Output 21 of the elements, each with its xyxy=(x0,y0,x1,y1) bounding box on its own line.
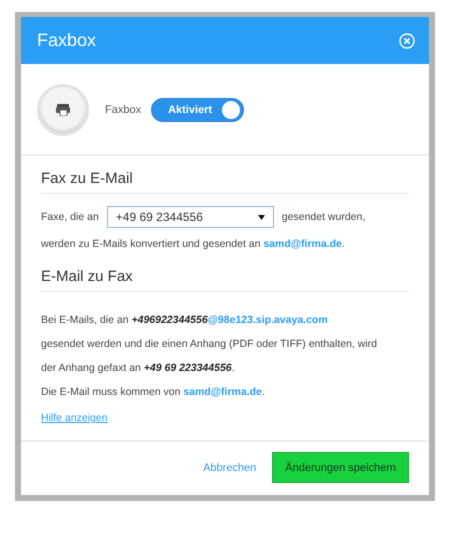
section-heading: Fax zu E-Mail xyxy=(41,170,409,194)
sentence-text: Bei E-Mails, die an +496922344556@98e123.sip.avaya.com xyxy=(41,313,329,328)
sentence-text: werden zu E-Mails konvertiert und gesendet an samd@firma.de. xyxy=(41,237,346,252)
section-heading: E-Mail zu Fax xyxy=(41,268,409,292)
toggle-switch[interactable]: Aktiviert xyxy=(151,98,244,122)
sentence-text: gesendet wurden, xyxy=(282,211,366,223)
close-icon[interactable] xyxy=(399,32,415,48)
sentence-text: Faxe, die an xyxy=(41,211,99,223)
sentence-text: Die E-Mail muss kommen von samd@firma.de. xyxy=(41,385,266,400)
email-link[interactable]: samd@firma.de xyxy=(263,238,342,250)
sentence-text: der Anhang gefaxt an +49 69 223344556. xyxy=(41,361,236,376)
sentence-text: gesendet werden und die einen Anhang (PDF oder TIFF) enthalten, wird xyxy=(41,337,378,352)
toggle-label: Faxbox xyxy=(105,104,142,116)
number-dropdown[interactable]: +49 69 2344556 xyxy=(106,206,274,228)
save-button[interactable]: Änderungen speichern xyxy=(272,452,409,483)
cancel-button[interactable]: Abbrechen xyxy=(197,460,262,474)
dropdown-caret-icon xyxy=(258,214,265,220)
dialog-title: Faxbox xyxy=(37,30,96,51)
help-link[interactable]: Hilfe anzeigen xyxy=(41,412,108,424)
email-link[interactable]: @98e123.sip.avaya.com xyxy=(208,314,328,326)
email-link[interactable]: samd@firma.de xyxy=(183,386,262,398)
